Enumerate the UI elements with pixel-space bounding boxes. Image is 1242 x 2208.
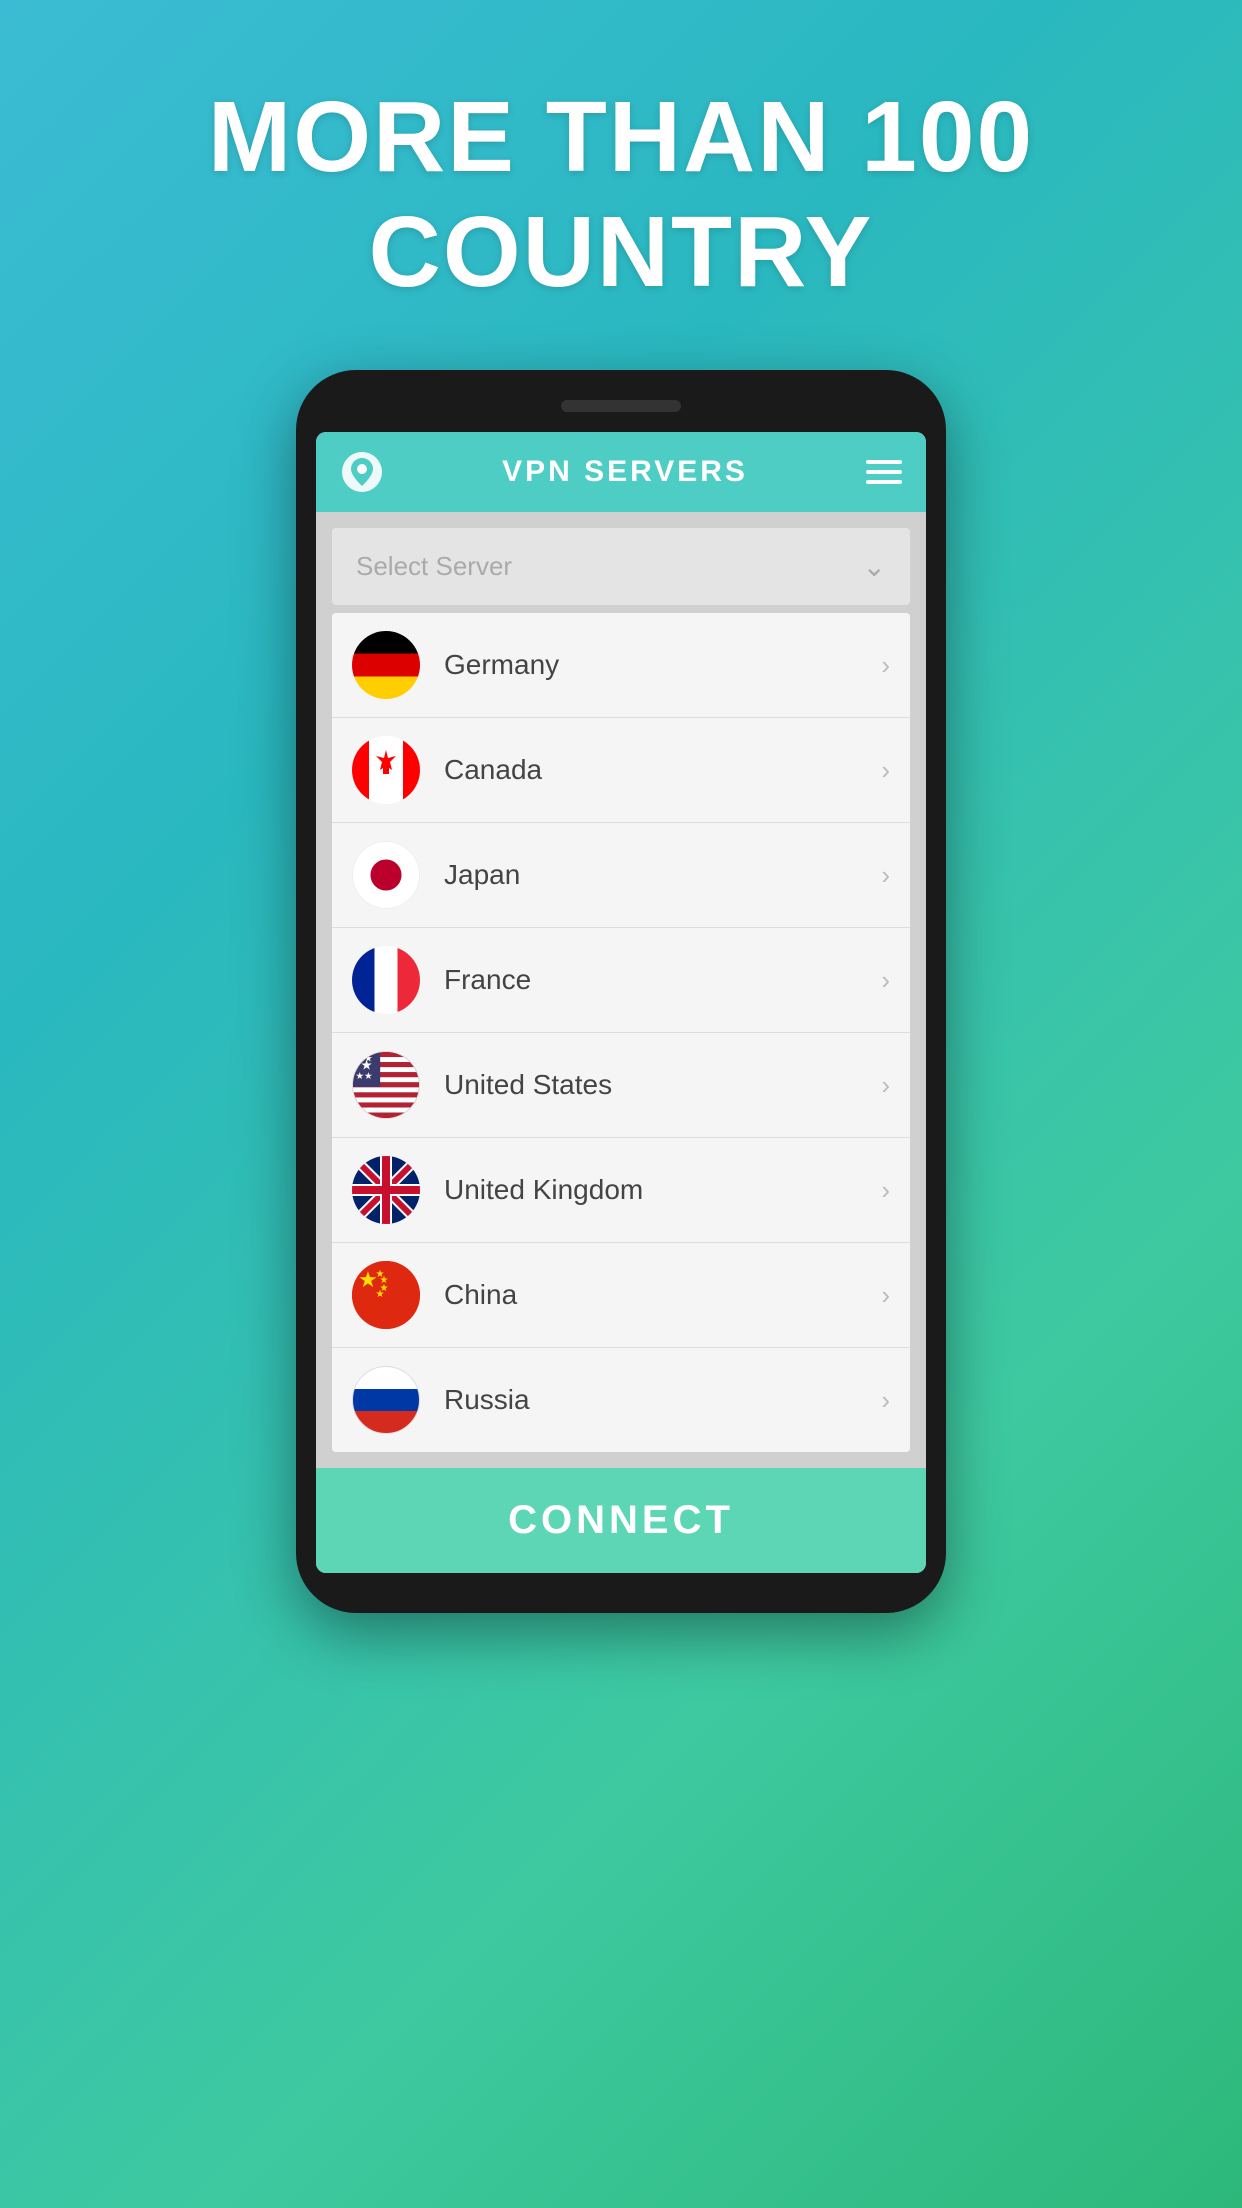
country-name-japan: Japan (444, 859, 881, 891)
phone-mockup: VPN SERVERS Select Server ⌄ Germany (296, 370, 946, 1613)
headline-line2: COUNTRY (369, 196, 874, 308)
chevron-right-icon: › (881, 755, 890, 786)
uk-flag-icon (352, 1156, 420, 1224)
chevron-right-icon: › (881, 860, 890, 891)
list-item[interactable]: Japan › (332, 823, 910, 928)
list-item[interactable]: Russia › (332, 1348, 910, 1452)
hamburger-line-3 (866, 480, 902, 484)
germany-flag-icon (352, 631, 420, 699)
select-server-label: Select Server (356, 551, 512, 582)
country-name-china: China (444, 1279, 881, 1311)
app-title: VPN SERVERS (502, 455, 748, 489)
svg-text:★★★: ★★★ (353, 1054, 373, 1065)
list-item[interactable]: United Kingdom › (332, 1138, 910, 1243)
list-item[interactable]: ★ ★ ★ ★ ★ China › (332, 1243, 910, 1348)
svg-text:★: ★ (376, 1289, 385, 1300)
china-flag-icon: ★ ★ ★ ★ ★ (352, 1261, 420, 1329)
chevron-right-icon: › (881, 1280, 890, 1311)
content-area: Select Server ⌄ Germany › (316, 512, 926, 1468)
phone-speaker (561, 400, 681, 412)
headline: MORE THAN 100 COUNTRY (208, 80, 1034, 310)
country-name-russia: Russia (444, 1384, 881, 1416)
chevron-right-icon: › (881, 650, 890, 681)
chevron-right-icon: › (881, 1070, 890, 1101)
app-header: VPN SERVERS (316, 432, 926, 512)
location-pin-icon (340, 450, 384, 494)
canada-flag-icon (352, 736, 420, 804)
list-item[interactable]: Germany › (332, 613, 910, 718)
hamburger-line-1 (866, 460, 902, 464)
country-list: Germany › Cana (332, 613, 910, 1452)
country-name-uk: United Kingdom (444, 1174, 881, 1206)
chevron-right-icon: › (881, 1385, 890, 1416)
country-name-us: United States (444, 1069, 881, 1101)
country-name-canada: Canada (444, 754, 881, 786)
list-item[interactable]: ★ ★★★ ★★★ United States › (332, 1033, 910, 1138)
france-flag-icon (352, 946, 420, 1014)
headline-line1: MORE THAN 100 (208, 81, 1034, 193)
chevron-right-icon: › (881, 965, 890, 996)
chevron-right-icon: › (881, 1175, 890, 1206)
chevron-down-icon: ⌄ (863, 550, 886, 583)
russia-flag-icon (352, 1366, 420, 1434)
country-name-france: France (444, 964, 881, 996)
phone-screen: VPN SERVERS Select Server ⌄ Germany (316, 432, 926, 1573)
country-name-germany: Germany (444, 649, 881, 681)
hamburger-menu-icon[interactable] (866, 460, 902, 484)
list-item[interactable]: Canada › (332, 718, 910, 823)
connect-button[interactable]: CONNECT (316, 1468, 926, 1573)
hamburger-line-2 (866, 470, 902, 474)
svg-text:★★★: ★★★ (353, 1071, 373, 1082)
us-flag-icon: ★ ★★★ ★★★ (352, 1051, 420, 1119)
japan-flag-icon (352, 841, 420, 909)
select-server-dropdown[interactable]: Select Server ⌄ (332, 528, 910, 605)
list-item[interactable]: France › (332, 928, 910, 1033)
